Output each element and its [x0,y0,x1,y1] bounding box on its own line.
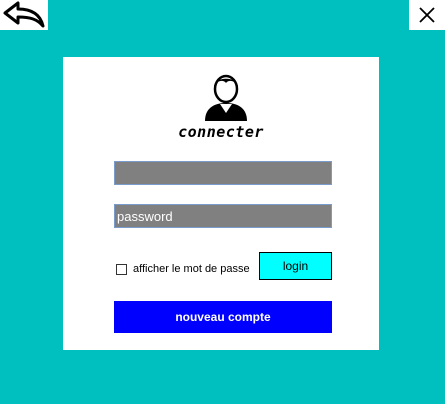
back-arrow-icon [3,1,45,28]
login-card: connecter afficher le mot de passe login… [63,57,379,350]
close-button[interactable] [409,0,445,30]
user-avatar-icon [205,74,247,121]
new-account-button[interactable]: nouveau compte [114,301,332,333]
back-button[interactable] [0,0,48,30]
password-input[interactable] [114,204,332,228]
show-password-toggle[interactable]: afficher le mot de passe [116,262,250,276]
show-password-label: afficher le mot de passe [133,263,250,275]
close-icon [419,7,435,23]
show-password-checkbox[interactable] [116,263,127,275]
username-input[interactable] [114,161,332,185]
login-button[interactable]: login [259,252,332,280]
page-title: connecter [178,123,264,141]
